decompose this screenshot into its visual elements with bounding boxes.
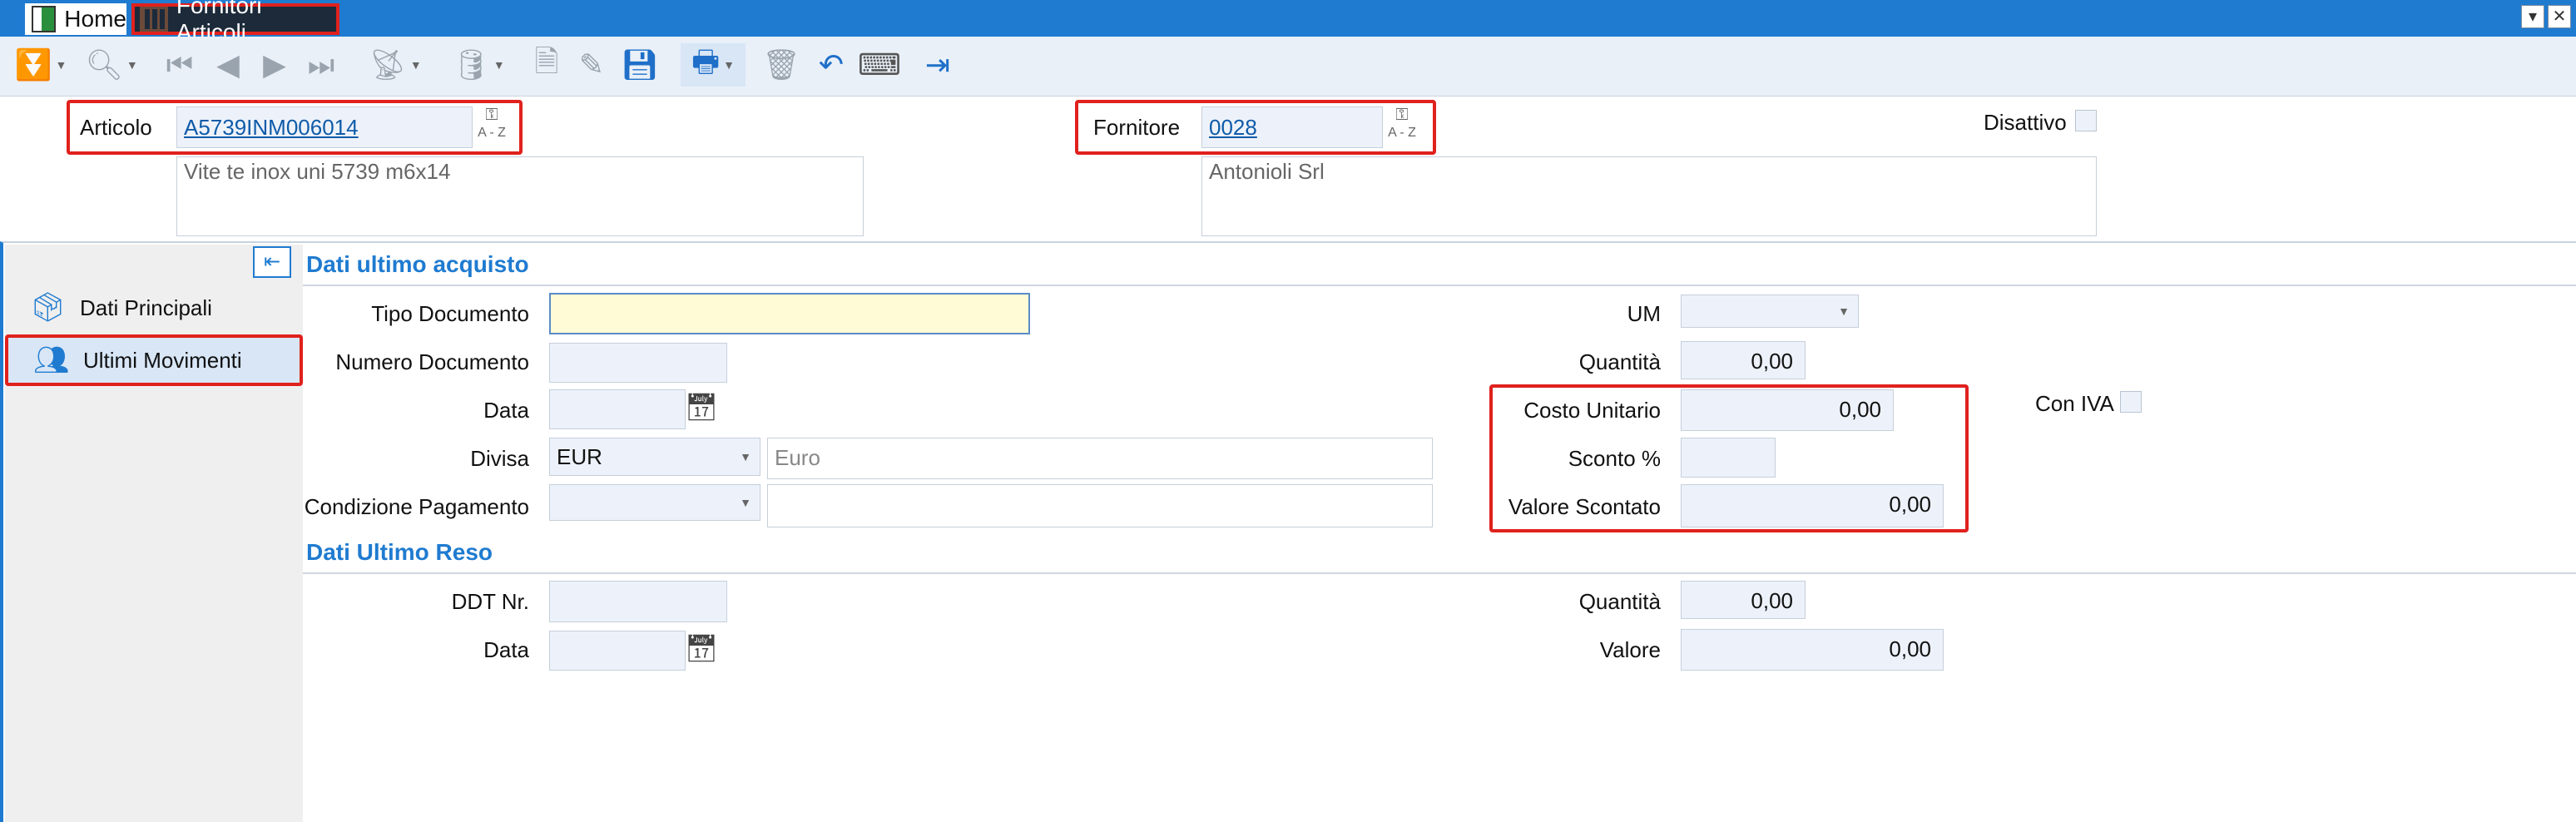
next-record-icon[interactable]: ▶ xyxy=(258,43,291,87)
print-icon[interactable]: 🖶 ▼ xyxy=(681,43,746,87)
articolo-field[interactable]: A5739INM006014 xyxy=(176,106,473,148)
section-separator xyxy=(303,572,2576,574)
search-icon[interactable]: 🔍︎ ▼ xyxy=(80,43,143,87)
fornitore-lookup-icon[interactable]: ⚿ A - Z xyxy=(1383,106,1421,148)
title-bar xyxy=(0,0,2576,37)
valore-scontato-input[interactable]: 0,00 xyxy=(1681,484,1944,527)
edit-icon[interactable]: ✎ xyxy=(574,43,609,87)
articolo-lookup-text: A - Z xyxy=(478,126,506,140)
fornitore-label: Fornitore xyxy=(1093,115,1181,140)
save-icon[interactable]: 💾︎ xyxy=(621,43,659,87)
close-window-button[interactable]: ✕ xyxy=(2548,5,2571,28)
articolo-label: Articolo xyxy=(80,115,152,140)
um-label: UM xyxy=(1627,301,1661,326)
package-icon: 📦︎ xyxy=(30,292,67,324)
divisa-select[interactable]: EUR ▼ xyxy=(549,438,760,476)
reso-data-label: Data xyxy=(483,637,529,662)
condizione-pagamento-label: Condizione Pagamento xyxy=(304,494,529,519)
numero-documento-label: Numero Documento xyxy=(335,349,529,374)
database-icon[interactable]: 🛢︎ ▼ xyxy=(446,43,511,87)
sconto-label: Sconto % xyxy=(1568,446,1661,471)
previous-record-icon[interactable]: ◀ xyxy=(211,43,245,87)
articolo-value[interactable]: A5739INM006014 xyxy=(177,115,359,140)
ddt-label: DDT Nr. xyxy=(451,589,529,614)
fornitore-lookup-text: A - Z xyxy=(1388,126,1416,140)
fornitore-value[interactable]: 0028 xyxy=(1202,115,1257,140)
sidebar-item-label: Ultimi Movimenti xyxy=(83,347,242,373)
divisa-label: Divisa xyxy=(470,446,529,471)
movements-icon: 👥︎ xyxy=(33,344,70,376)
dropdown-window-button[interactable]: ▾ xyxy=(2521,5,2544,28)
reso-quantita-input[interactable]: 0,00 xyxy=(1681,581,1806,619)
divisa-description: Euro xyxy=(767,438,1433,479)
calendar-icon[interactable]: 📅︎ xyxy=(684,629,719,669)
reso-data-input[interactable] xyxy=(549,631,686,671)
chevron-down-icon[interactable]: ▼ xyxy=(1838,295,1850,327)
undo-icon[interactable]: ↶ xyxy=(814,43,849,87)
valore-scontato-label: Valore Scontato xyxy=(1508,494,1661,519)
home-app-icon xyxy=(32,6,57,32)
tipo-documento-input[interactable] xyxy=(549,293,1030,334)
keyboard-icon[interactable]: ⌨︎ xyxy=(858,43,901,87)
chevron-down-icon[interactable]: ▼ xyxy=(740,438,751,475)
section-separator xyxy=(303,285,2576,286)
first-record-icon[interactable]: ⏮ xyxy=(163,43,196,87)
delete-icon[interactable]: 🗑︎ xyxy=(762,43,800,87)
condizione-pagamento-select[interactable]: ▼ xyxy=(549,484,760,521)
sconto-input[interactable] xyxy=(1681,438,1776,478)
data-input[interactable] xyxy=(549,389,686,429)
divisa-value: EUR xyxy=(557,444,602,469)
um-select[interactable]: ▼ xyxy=(1681,295,1859,328)
section-title-last-return: Dati Ultimo Reso xyxy=(306,539,493,565)
chevron-down-icon[interactable]: ▼ xyxy=(740,485,751,520)
tab-home[interactable]: Home xyxy=(25,3,126,35)
articolo-description: Vite te inox uni 5739 m6x14 xyxy=(176,156,864,236)
tab-home-label: Home xyxy=(64,6,126,32)
fornitore-description: Antonioli Srl xyxy=(1201,156,2097,236)
table-icon xyxy=(140,7,168,32)
data-label: Data xyxy=(483,398,529,423)
sidebar-item-label: Dati Principali xyxy=(80,295,212,320)
sidebar-item-dati-principali[interactable]: 📦︎ Dati Principali xyxy=(5,283,303,333)
sidebar-item-ultimi-movimenti[interactable]: 👥︎ Ultimi Movimenti xyxy=(5,334,303,386)
last-record-icon[interactable]: ⏭ xyxy=(305,43,338,87)
disattivo-checkbox[interactable] xyxy=(2075,110,2097,131)
reso-valore-label: Valore xyxy=(1599,637,1661,662)
main-frame xyxy=(0,241,2576,822)
new-document-icon[interactable]: 🗎 xyxy=(529,43,564,87)
con-iva-label: Con IVA xyxy=(2035,391,2114,416)
numero-documento-input[interactable] xyxy=(549,343,727,383)
section-title-last-purchase: Dati ultimo acquisto xyxy=(306,251,529,277)
calendar-icon[interactable]: 📅︎ xyxy=(684,388,719,428)
tab-fornitori-articoli[interactable]: Fornitori Articoli xyxy=(131,0,339,45)
reso-valore-input[interactable]: 0,00 xyxy=(1681,629,1944,671)
tipo-documento-label: Tipo Documento xyxy=(371,301,529,326)
articolo-lookup-icon[interactable]: ⚿ A - Z xyxy=(473,106,511,148)
costo-unitario-label: Costo Unitario xyxy=(1523,398,1661,423)
collapse-sidebar-icon[interactable]: ⇤ xyxy=(253,246,291,278)
satellite-icon[interactable]: 📡︎ ▼ xyxy=(363,43,428,87)
expand-actions-icon[interactable]: ⏬ ▼ xyxy=(12,43,70,87)
quantita-label: Quantità xyxy=(1578,349,1661,374)
fornitore-field[interactable]: 0028 xyxy=(1201,106,1383,148)
con-iva-checkbox[interactable] xyxy=(2120,391,2142,413)
reso-quantita-label: Quantità xyxy=(1578,589,1661,614)
disattivo-label: Disattivo xyxy=(1984,110,2067,135)
exit-icon[interactable]: ⇥ xyxy=(920,43,955,87)
ddt-input[interactable] xyxy=(549,581,727,622)
quantita-input[interactable]: 0,00 xyxy=(1681,341,1806,379)
costo-unitario-input[interactable]: 0,00 xyxy=(1681,389,1894,431)
condizione-pagamento-description xyxy=(767,484,1433,527)
